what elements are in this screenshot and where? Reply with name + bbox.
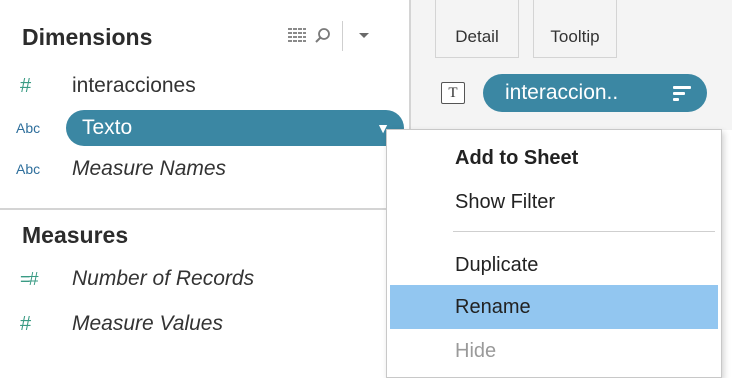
dimensions-title: Dimensions bbox=[22, 24, 153, 50]
data-pane: Dimensions # interacciones Abc Texto ▼ A… bbox=[0, 0, 410, 378]
detail-button[interactable]: Detail bbox=[435, 0, 519, 58]
pill-label: interaccion.. bbox=[505, 81, 619, 104]
field-texto-selected[interactable]: Texto ▼ bbox=[66, 110, 404, 146]
grid-view-icon[interactable] bbox=[284, 23, 310, 49]
context-menu: Add to Sheet Show Filter Duplicate Renam… bbox=[386, 129, 722, 378]
text-mark-pill[interactable]: interaccion.. bbox=[483, 74, 707, 112]
menu-item-add-to-sheet[interactable]: Add to Sheet bbox=[387, 136, 721, 180]
menu-separator bbox=[453, 231, 715, 232]
chevron-down-icon[interactable] bbox=[351, 23, 377, 49]
menu-item-show-filter[interactable]: Show Filter bbox=[387, 180, 721, 224]
measure-hash-icon: # bbox=[20, 312, 32, 335]
menu-item-duplicate[interactable]: Duplicate bbox=[387, 243, 721, 287]
section-divider bbox=[0, 208, 409, 210]
header-separator bbox=[342, 21, 343, 51]
field-measure-names[interactable]: Abc Measure Names bbox=[0, 152, 409, 186]
marks-card: Detail Tooltip T interaccion.. bbox=[411, 0, 732, 130]
sort-icon bbox=[673, 85, 691, 101]
tooltip-button[interactable]: Tooltip bbox=[533, 0, 617, 58]
field-number-of-records[interactable]: =# Number of Records bbox=[0, 262, 409, 296]
data-pane-header-icons bbox=[284, 21, 377, 51]
field-measure-values[interactable]: # Measure Values bbox=[0, 307, 409, 341]
menu-item-hide[interactable]: Hide bbox=[387, 329, 721, 373]
measures-title: Measures bbox=[22, 222, 129, 248]
text-mark-icon[interactable]: T bbox=[441, 82, 465, 104]
text-mark-row: T interaccion.. bbox=[441, 74, 707, 112]
field-label: Texto bbox=[82, 116, 133, 139]
calculated-measure-icon: =# bbox=[20, 268, 39, 289]
measure-hash-icon: # bbox=[20, 74, 32, 97]
field-label: Measure Names bbox=[72, 157, 227, 180]
field-interacciones[interactable]: # interacciones bbox=[0, 69, 409, 103]
field-label: Number of Records bbox=[72, 267, 255, 290]
field-label: Measure Values bbox=[72, 312, 223, 335]
abc-string-icon: Abc bbox=[16, 120, 41, 136]
abc-string-icon: Abc bbox=[16, 161, 41, 177]
tableau-workspace: Dimensions # interacciones Abc Texto ▼ A… bbox=[0, 0, 732, 378]
field-label: interacciones bbox=[72, 74, 196, 97]
search-icon[interactable] bbox=[310, 23, 336, 49]
menu-item-rename[interactable]: Rename bbox=[390, 285, 718, 329]
